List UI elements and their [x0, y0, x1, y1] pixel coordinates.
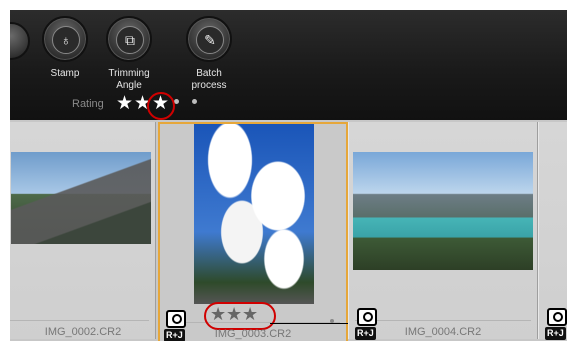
camera-icon: [166, 310, 186, 328]
thumbnail-image[interactable]: [11, 152, 151, 244]
filmstrip: IMG_0002.CR2 R+J ★ ★ ★ IMG_0003.CR2 R+J …: [10, 120, 567, 341]
thumbnail-cell-partial[interactable]: R+J: [538, 122, 567, 340]
cell-divider: [355, 320, 531, 321]
raw-jpeg-badge: R+J: [545, 327, 566, 340]
trimming-angle-tool[interactable]: ⧉ Trimming Angle: [94, 16, 164, 92]
thumbnail-image[interactable]: [353, 152, 533, 270]
thumbnail-cell[interactable]: IMG_0002.CR2: [10, 122, 156, 339]
thumbnail-cell-selected[interactable]: R+J ★ ★ ★ IMG_0003.CR2: [158, 122, 348, 341]
app-window: ♁ Stamp ⧉ Trimming Angle ✎ Batch process…: [10, 10, 567, 341]
rating-star-1-icon[interactable]: ★: [116, 94, 133, 114]
camera-icon: [547, 308, 567, 326]
rating-label: Rating: [72, 98, 104, 110]
tool-button-partial[interactable]: [10, 22, 30, 60]
toolbar: ♁ Stamp ⧉ Trimming Angle ✎ Batch process…: [10, 10, 567, 120]
batch-process-tool[interactable]: ✎ Batch process: [174, 16, 244, 92]
stamp-tool[interactable]: ♁ Stamp: [30, 16, 100, 80]
rating-dot-5[interactable]: [192, 99, 197, 104]
stamp-icon: ♁: [52, 26, 80, 54]
batch-process-icon: ✎: [196, 26, 224, 54]
trimming-angle-button[interactable]: ⧉: [106, 16, 152, 62]
annotation-circle: [147, 92, 175, 120]
filename-label: IMG_0003.CR2: [214, 328, 292, 340]
camera-icon: [357, 308, 377, 326]
trimming-angle-label: Trimming Angle: [108, 68, 150, 91]
filename-label: IMG_0004.CR2: [404, 326, 482, 338]
filename-label: IMG_0002.CR2: [44, 326, 122, 338]
cell-divider: [10, 320, 149, 321]
batch-process-button[interactable]: ✎: [186, 16, 232, 62]
rating-row: Rating ★ ★ ★: [10, 92, 567, 120]
batch-process-label: Batch process: [191, 68, 227, 91]
stamp-button[interactable]: ♁: [42, 16, 88, 62]
thumbnail-cell[interactable]: R+J IMG_0004.CR2: [348, 122, 538, 340]
stamp-label: Stamp: [50, 68, 80, 79]
trimming-angle-icon: ⧉: [116, 26, 144, 54]
thumbnail-image[interactable]: [194, 124, 314, 304]
annotation-oval: [204, 302, 276, 330]
